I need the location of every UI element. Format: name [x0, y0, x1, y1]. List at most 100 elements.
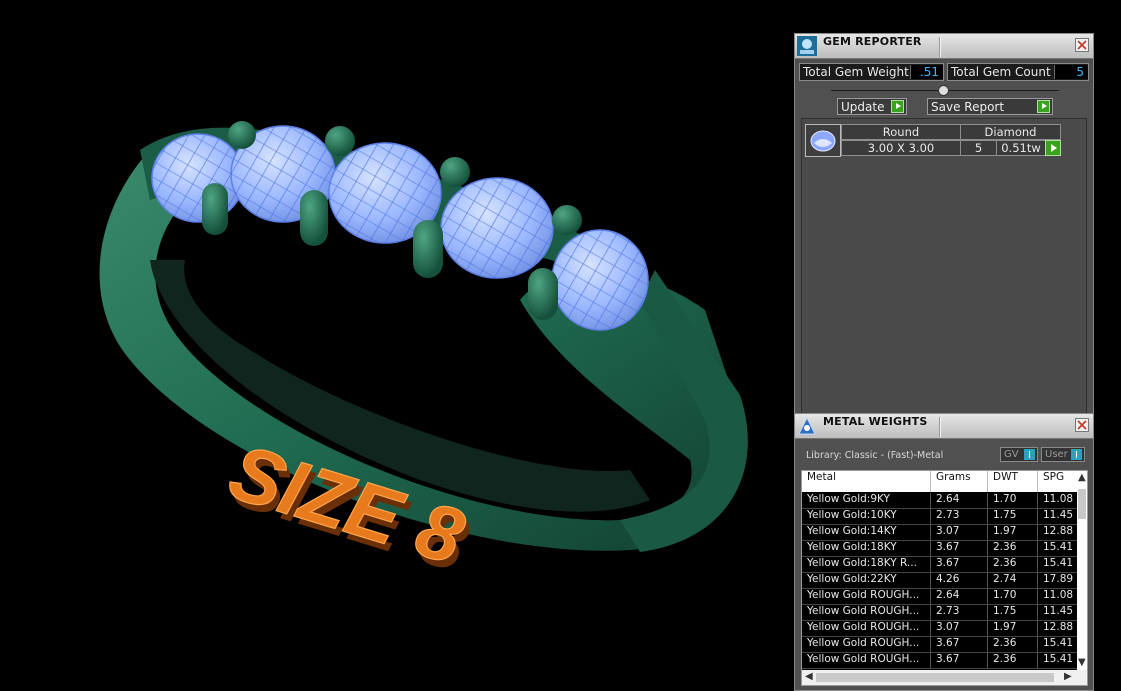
table-cell: 1.75 — [988, 509, 1038, 525]
play-icon — [891, 100, 904, 113]
gem-reporter-title: GEM REPORTER — [823, 35, 922, 48]
table-row[interactable]: Yellow Gold:9KY 2.64 1.70 11.08 — [802, 493, 1078, 509]
table-cell: 15.41 — [1038, 541, 1078, 557]
metal-weights-table: Metal Grams DWT SPG Yellow Gold:9KY 2.64 1… — [801, 470, 1088, 686]
gem-reporter-panel: GEM REPORTER Total Gem Weight .51 Total … — [794, 33, 1094, 418]
metal-weights-panel: METAL WEIGHTS Library: Classic - (Fast)-… — [794, 413, 1094, 691]
table-row[interactable]: Yellow Gold ROUGH... 2.73 1.75 11.45 — [802, 605, 1078, 621]
table-cell: 17.89 — [1038, 573, 1078, 589]
total-gem-weight-field: Total Gem Weight .51 — [799, 63, 944, 81]
column-header-spg[interactable]: SPG — [1038, 471, 1078, 492]
table-row[interactable]: Yellow Gold ROUGH... 3.07 1.97 12.88 — [802, 621, 1078, 637]
table-cell: Yellow Gold ROUGH... — [802, 637, 931, 653]
round-gem-icon — [805, 124, 841, 157]
close-icon — [1077, 420, 1087, 430]
ring-render: SIZE 8 SIZE 8 — [99, 121, 748, 589]
table-row[interactable]: Yellow Gold ROUGH... 3.67 2.36 15.41 — [802, 653, 1078, 669]
library-label: Library: Classic - (Fast)-Metal — [806, 450, 944, 461]
gem-details-button[interactable] — [1045, 140, 1061, 156]
save-report-button[interactable]: Save Report — [927, 98, 1053, 115]
table-cell: 15.41 — [1038, 637, 1078, 653]
table-cell: 2.73 — [931, 509, 988, 525]
toggle-icon — [1024, 449, 1035, 460]
chevron-right-icon[interactable]: ▶ — [1064, 671, 1072, 682]
vertical-scrollbar[interactable]: ▲ ▼ — [1077, 471, 1087, 671]
column-header-dwt[interactable]: DWT — [988, 471, 1038, 492]
table-header: Metal Grams DWT SPG — [802, 471, 1078, 492]
table-cell: 2.64 — [931, 589, 988, 605]
total-gem-count-value: 5 — [1054, 65, 1088, 79]
table-cell: 2.36 — [988, 541, 1038, 557]
table-cell: 2.73 — [931, 605, 988, 621]
scrollbar-thumb[interactable] — [1078, 489, 1086, 519]
metal-weights-title: METAL WEIGHTS — [823, 415, 928, 428]
table-row[interactable]: Yellow Gold:22KY 4.26 2.74 17.89 — [802, 573, 1078, 589]
total-gem-weight-label: Total Gem Weight — [803, 65, 909, 79]
gem-size: 3.00 X 3.00 — [841, 140, 961, 156]
table-row[interactable]: Yellow Gold:14KY 3.07 1.97 12.88 — [802, 525, 1078, 541]
table-row[interactable]: Yellow Gold ROUGH... 3.67 2.36 15.41 — [802, 637, 1078, 653]
table-cell: 1.70 — [988, 493, 1038, 509]
toggle-icon — [1071, 449, 1082, 460]
gem-reporter-icon — [797, 36, 817, 56]
user-toggle[interactable]: User — [1041, 447, 1085, 462]
total-gem-weight-value: .51 — [910, 65, 943, 79]
total-gem-count-field: Total Gem Count 5 — [947, 63, 1089, 81]
table-cell: 1.97 — [988, 621, 1038, 637]
update-button[interactable]: Update — [837, 98, 907, 115]
column-header-grams[interactable]: Grams — [931, 471, 988, 492]
titlebar-grip — [939, 37, 940, 57]
table-row[interactable]: Yellow Gold ROUGH... 2.64 1.70 11.08 — [802, 589, 1078, 605]
table-cell: 2.64 — [931, 493, 988, 509]
gem-list: Round Diamond 3.00 X 3.00 5 0.51tw — [801, 118, 1087, 418]
close-icon — [1077, 40, 1087, 50]
panel-slider-knob[interactable] — [938, 85, 949, 96]
table-cell: 3.67 — [931, 557, 988, 573]
table-cell: 3.67 — [931, 541, 988, 557]
chevron-left-icon[interactable]: ◀ — [805, 671, 813, 682]
metal-weights-icon — [797, 416, 817, 436]
table-cell: Yellow Gold:9KY — [802, 493, 931, 509]
table-cell: 3.67 — [931, 637, 988, 653]
table-cell: 11.45 — [1038, 509, 1078, 525]
table-cell: Yellow Gold ROUGH... — [802, 653, 931, 669]
table-cell: Yellow Gold:10KY — [802, 509, 931, 525]
metal-weights-titlebar[interactable]: METAL WEIGHTS — [795, 414, 1093, 439]
gem-reporter-titlebar[interactable]: GEM REPORTER — [795, 34, 1093, 59]
save-report-label: Save Report — [931, 100, 1005, 114]
table-cell: 11.08 — [1038, 589, 1078, 605]
chevron-down-icon[interactable]: ▼ — [1078, 657, 1086, 668]
table-cell: Yellow Gold:14KY — [802, 525, 931, 541]
table-cell: Yellow Gold:18KY R... — [802, 557, 931, 573]
table-cell: 2.74 — [988, 573, 1038, 589]
table-cell: 3.07 — [931, 621, 988, 637]
horizontal-scrollbar[interactable]: ◀ ▶ — [802, 670, 1087, 685]
table-cell: Yellow Gold ROUGH... — [802, 589, 931, 605]
gem-reporter-close-button[interactable] — [1075, 38, 1089, 52]
chevron-up-icon[interactable]: ▲ — [1078, 472, 1086, 483]
table-cell: Yellow Gold ROUGH... — [802, 605, 931, 621]
gv-label: GV — [1004, 449, 1019, 460]
metal-weights-close-button[interactable] — [1075, 418, 1089, 432]
table-cell: 2.36 — [988, 637, 1038, 653]
table-row[interactable]: Yellow Gold:10KY 2.73 1.75 11.45 — [802, 509, 1078, 525]
user-label: User — [1045, 449, 1068, 460]
table-cell: 15.41 — [1038, 557, 1078, 573]
table-cell: 2.36 — [988, 557, 1038, 573]
table-cell: 3.07 — [931, 525, 988, 541]
column-header-metal[interactable]: Metal — [802, 471, 931, 492]
3d-viewport[interactable]: SIZE 8 SIZE 8 — [0, 0, 790, 691]
update-label: Update — [841, 100, 885, 114]
gem-list-item[interactable]: Round Diamond 3.00 X 3.00 5 0.51tw — [805, 124, 1061, 157]
gv-toggle[interactable]: GV — [1000, 447, 1038, 462]
table-row[interactable]: Yellow Gold:18KY R... 3.67 2.36 15.41 — [802, 557, 1078, 573]
scrollbar-thumb[interactable] — [816, 673, 1054, 682]
gem-count: 5 — [960, 140, 997, 156]
gem-weight: 0.51tw — [996, 140, 1046, 156]
table-row[interactable]: Yellow Gold:18KY 3.67 2.36 15.41 — [802, 541, 1078, 557]
play-icon — [1037, 100, 1050, 113]
table-cell: 12.88 — [1038, 621, 1078, 637]
total-gem-count-label: Total Gem Count — [951, 65, 1051, 79]
titlebar-grip — [939, 417, 940, 437]
table-cell: 3.67 — [931, 653, 988, 669]
